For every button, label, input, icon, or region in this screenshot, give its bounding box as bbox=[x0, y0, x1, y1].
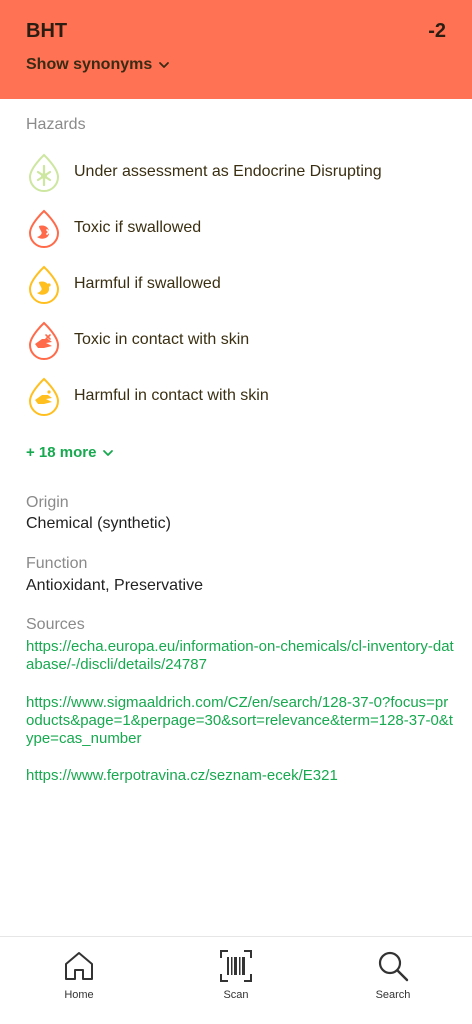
show-synonyms-label: Show synonyms bbox=[26, 56, 153, 73]
chevron-down-icon bbox=[159, 62, 170, 68]
chevron-down-icon bbox=[103, 449, 114, 456]
sources-label: Sources bbox=[26, 616, 85, 633]
stomach-harmful-icon bbox=[28, 265, 60, 304]
hazard-text: Harmful in contact with skin bbox=[74, 387, 269, 404]
function-label: Function bbox=[26, 555, 88, 572]
source-link[interactable]: https://www.sigmaaldrich.com/CZ/en/searc… bbox=[26, 694, 456, 748]
hand-toxic-icon bbox=[28, 321, 60, 360]
hazard-text: Toxic if swallowed bbox=[74, 219, 202, 236]
hazard-text: Harmful if swallowed bbox=[74, 275, 221, 292]
nav-home-label: Home bbox=[64, 989, 94, 1001]
score-badge: -2 bbox=[428, 20, 446, 42]
source-link[interactable]: https://echa.europa.eu/information-on-ch… bbox=[26, 638, 456, 674]
nav-home[interactable]: Home bbox=[34, 949, 124, 1001]
nav-scan[interactable]: Scan bbox=[191, 949, 281, 1001]
nav-scan-label: Scan bbox=[223, 989, 249, 1001]
hazard-item: Under assessment as Endocrine Disrupting bbox=[26, 152, 446, 192]
origin-label: Origin bbox=[26, 494, 69, 511]
show-more-hazards-button[interactable]: + 18 more bbox=[26, 444, 114, 461]
source-link[interactable]: https://www.ferpotravina.cz/seznam-ecek/… bbox=[26, 767, 456, 785]
stomach-toxic-icon bbox=[28, 209, 60, 248]
endocrine-icon bbox=[28, 153, 60, 192]
hazard-text: Toxic in contact with skin bbox=[74, 331, 250, 348]
hand-harmful-icon bbox=[28, 377, 60, 416]
hazard-text: Under assessment as Endocrine Disrupting bbox=[74, 163, 382, 180]
bottom-nav: Home Scan Search bbox=[0, 936, 472, 1024]
origin-value: Chemical (synthetic) bbox=[26, 515, 171, 532]
search-icon bbox=[378, 951, 409, 982]
page-title: BHT bbox=[26, 20, 68, 42]
hazard-item: Harmful if swallowed bbox=[26, 264, 446, 304]
hazards-label: Hazards bbox=[26, 116, 86, 133]
nav-search[interactable]: Search bbox=[348, 949, 438, 1001]
function-value: Antioxidant, Preservative bbox=[26, 577, 203, 594]
hazard-item: Toxic in contact with skin bbox=[26, 320, 446, 360]
show-more-label: + 18 more bbox=[26, 444, 97, 461]
hazard-item: Harmful in contact with skin bbox=[26, 376, 446, 416]
barcode-scan-icon bbox=[220, 950, 252, 982]
nav-search-label: Search bbox=[375, 989, 411, 1001]
home-icon bbox=[65, 952, 93, 980]
hazard-item: Toxic if swallowed bbox=[26, 208, 446, 248]
show-synonyms-button[interactable]: Show synonyms bbox=[26, 56, 170, 74]
header: BHT -2 Show synonyms bbox=[0, 0, 472, 99]
